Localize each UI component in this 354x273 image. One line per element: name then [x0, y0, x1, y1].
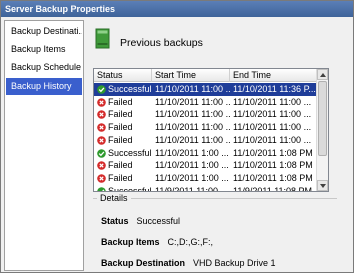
status-text: Failed	[108, 96, 133, 107]
nav-item-backup-history[interactable]: Backup History	[6, 78, 82, 95]
column-header-start-time[interactable]: Start Time	[152, 69, 230, 82]
detail-backup-items: Backup Items C:,D:,G:,F:,	[101, 237, 213, 247]
failed-x-icon	[97, 97, 106, 107]
success-check-icon	[97, 186, 106, 191]
table-row[interactable]: Failed 11/10/2011 11:00 ... 11/10/2011 11:…	[94, 108, 317, 121]
cell-status: Successful	[97, 147, 152, 160]
arrow-down-icon	[320, 184, 326, 188]
cell-start-time: 11/10/2011 11:00 ...	[155, 84, 230, 94]
nav-item-backup-schedule[interactable]: Backup Schedule	[6, 59, 82, 76]
arrow-up-icon	[320, 73, 326, 77]
cell-start-time: 11/10/2011 11:00 ...	[155, 109, 230, 120]
cell-start-time: 11/10/2011 1:00 ...	[155, 172, 229, 183]
status-text: Successful	[108, 147, 152, 158]
cell-end-time: 11/10/2011 11:00 ...	[233, 109, 312, 120]
cell-status: Failed	[97, 172, 152, 185]
status-text: Failed	[108, 160, 133, 171]
cell-status: Failed	[97, 121, 152, 134]
details-group: Details Status Successful Backup Items C:,…	[93, 193, 337, 271]
success-check-icon	[97, 148, 106, 158]
detail-backup-destination-label: Backup Destination	[101, 258, 186, 268]
cell-start-time: 11/10/2011 1:00 ...	[155, 147, 229, 158]
cell-status: Failed	[97, 134, 152, 147]
cell-start-time: 11/10/2011 1:00 ...	[155, 160, 229, 171]
status-text: Failed	[108, 109, 133, 120]
detail-backup-items-label: Backup Items	[101, 237, 160, 247]
cell-status: Successful	[97, 83, 152, 96]
nav-item-backup-items[interactable]: Backup Items	[6, 41, 82, 58]
cell-status: Failed	[97, 159, 152, 172]
table-row[interactable]: Failed 11/10/2011 1:00 ... 11/10/2011 1:08…	[94, 172, 317, 185]
content-panel: Previous backups Status Start Time End T…	[87, 20, 351, 271]
failed-x-icon	[97, 123, 106, 132]
cell-start-time: 11/10/2011 11:00 ...	[155, 134, 230, 145]
status-text: Failed	[108, 122, 133, 133]
status-text: Failed	[108, 134, 133, 145]
failed-x-icon	[97, 135, 106, 145]
cell-status: Failed	[97, 96, 152, 109]
table-row[interactable]: Failed 11/10/2011 11:00 ... 11/10/2011 11:…	[94, 121, 317, 134]
table-header: Status Start Time End Time	[94, 69, 317, 82]
cell-start-time: 11/10/2011 11:00 ...	[155, 96, 230, 107]
window-title: Server Backup Properties	[1, 1, 353, 17]
cell-start-time: 11/9/2011 11:00 ...	[155, 185, 229, 192]
success-check-icon	[97, 85, 106, 94]
table-row[interactable]: Failed 11/10/2011 1:00 ... 11/10/2011 1:08…	[94, 159, 317, 172]
failed-x-icon	[97, 161, 106, 170]
cell-status: Successful	[97, 185, 152, 192]
cell-end-time: 11/10/2011 1:08 PM	[233, 172, 313, 183]
cell-end-time: 11/10/2011 11:00 ...	[233, 122, 312, 133]
cell-end-time: 11/10/2011 1:08 PM	[233, 160, 313, 171]
backup-drive-icon	[95, 28, 110, 49]
table-row[interactable]: Failed 11/10/2011 11:00 ... 11/10/2011 11:…	[94, 134, 317, 147]
page-title: Previous backups	[120, 37, 203, 49]
cell-end-time: 11/10/2011 11:00 ...	[233, 134, 312, 145]
table-row[interactable]: Successful 11/9/2011 11:00 ... 11/9/2011 1…	[94, 185, 317, 192]
column-header-end-time[interactable]: End Time	[230, 69, 317, 82]
scroll-up-button[interactable]	[317, 69, 328, 80]
table-row[interactable]: Successful 11/10/2011 1:00 ... 11/10/2011 …	[94, 147, 317, 160]
cell-start-time: 11/10/2011 11:00 ...	[155, 122, 230, 133]
detail-status-value: Successful	[136, 216, 181, 226]
table-row[interactable]: Successful 11/10/2011 11:00 ... 11/10/2011…	[94, 83, 317, 96]
cell-end-time: 11/10/2011 11:00 ...	[233, 96, 312, 107]
vertical-scrollbar[interactable]	[316, 69, 328, 191]
column-header-status[interactable]: Status	[94, 69, 152, 82]
cell-end-time: 11/10/2011 11:36 P...	[233, 84, 316, 94]
cell-end-time: 11/9/2011 11:08 PM	[233, 185, 313, 192]
status-text: Failed	[108, 172, 133, 183]
navigation-list: Backup Destinati... Backup Items Backup …	[4, 20, 84, 271]
table-row[interactable]: Failed 11/10/2011 11:00 ... 11/10/2011 11:…	[94, 96, 317, 109]
scroll-down-button[interactable]	[317, 180, 328, 191]
backup-history-table[interactable]: Status Start Time End Time Successful 11/…	[93, 68, 329, 192]
server-backup-properties-window: Server Backup Properties Backup Destinat…	[0, 0, 354, 273]
detail-backup-destination: Backup Destination VHD Backup Drive 1	[101, 258, 276, 268]
nav-item-backup-destination[interactable]: Backup Destinati...	[6, 23, 82, 40]
scroll-thumb[interactable]	[318, 81, 327, 156]
detail-status: Status Successful	[101, 216, 180, 226]
cell-status: Failed	[97, 108, 152, 121]
status-text: Successful	[108, 185, 152, 192]
failed-x-icon	[97, 110, 106, 120]
detail-backup-destination-value: VHD Backup Drive 1	[193, 258, 276, 268]
status-text: Successful	[108, 84, 152, 94]
failed-x-icon	[97, 174, 106, 183]
details-legend: Details	[97, 193, 131, 203]
detail-status-label: Status	[101, 216, 129, 226]
cell-end-time: 11/10/2011 1:08 PM	[233, 147, 313, 158]
detail-backup-items-value: C:,D:,G:,F:,	[167, 237, 214, 247]
